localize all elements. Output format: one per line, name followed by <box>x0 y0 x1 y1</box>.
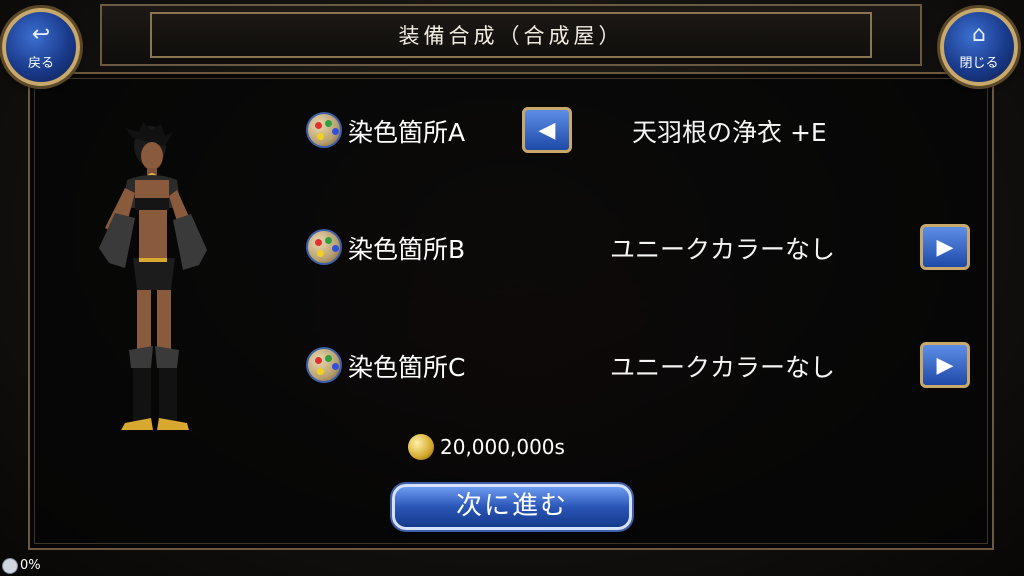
dye-slot-c-value: ユニークカラーなし <box>610 353 836 382</box>
dye-slot-b-next-button[interactable]: ▶ <box>920 224 970 270</box>
close-button-label: 閉じる <box>959 56 999 71</box>
loading-percent: 0% <box>20 558 41 573</box>
dye-slot-c: 染色箇所C ユニークカラーなし ▶ <box>306 340 976 390</box>
back-arrow-icon: ↩ <box>31 22 51 47</box>
dye-slot-a-prev-button[interactable]: ◀ <box>522 107 572 153</box>
dye-slot-a-value: 天羽根の浄衣 +E <box>632 118 827 147</box>
character-preview <box>99 122 207 430</box>
page-title: 装備合成（合成屋） <box>398 24 624 48</box>
back-button[interactable]: ↩ 戻る <box>2 8 80 86</box>
dye-slot-c-label: 染色箇所C <box>348 353 466 382</box>
dye-slot-a-label: 染色箇所A <box>348 118 466 147</box>
loading-icon <box>2 558 18 574</box>
palette-icon <box>306 347 342 383</box>
arrow-right-icon: ▶ <box>936 352 954 378</box>
home-icon: ⌂ <box>972 22 986 47</box>
dye-slot-b: 染色箇所B ユニークカラーなし ▶ <box>306 222 976 272</box>
dye-slot-a: 染色箇所A ◀ 天羽根の浄衣 +E <box>306 105 976 155</box>
dye-slot-b-value: ユニークカラーなし <box>610 235 836 264</box>
header-bar: 装備合成（合成屋） <box>100 4 922 66</box>
arrow-left-icon: ◀ <box>538 117 556 143</box>
coin-icon <box>408 434 434 460</box>
close-button[interactable]: ⌂ 閉じる <box>940 8 1018 86</box>
cost-amount: 20,000,000s <box>440 435 565 459</box>
palette-icon <box>306 229 342 265</box>
palette-icon <box>306 112 342 148</box>
dye-slot-b-label: 染色箇所B <box>348 235 466 264</box>
next-button[interactable]: 次に進む <box>392 484 632 530</box>
dye-slot-c-next-button[interactable]: ▶ <box>920 342 970 388</box>
back-button-label: 戻る <box>27 56 54 71</box>
arrow-right-icon: ▶ <box>936 234 954 260</box>
